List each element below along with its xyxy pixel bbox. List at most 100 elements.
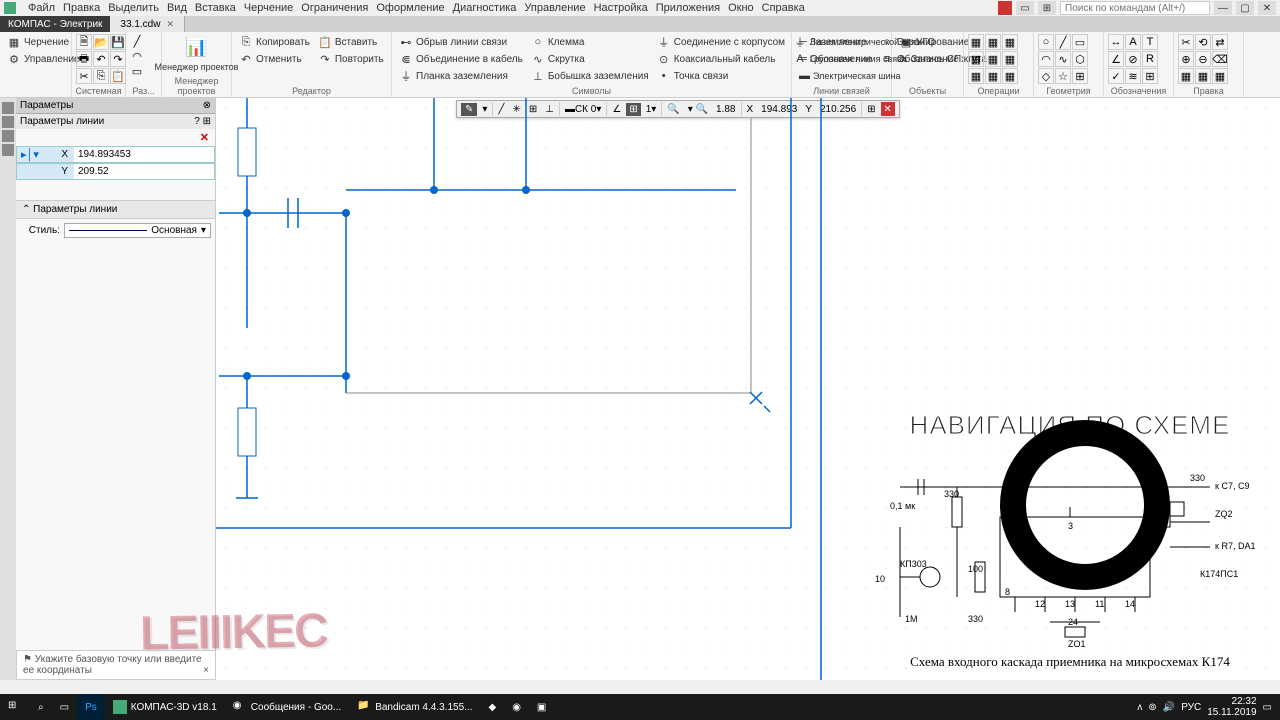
- write-sp-button[interactable]: ✎Запись СП: [896, 51, 959, 67]
- dim-icon[interactable]: ≋: [1125, 68, 1141, 84]
- taskbar-app[interactable]: ▣: [529, 694, 554, 720]
- menu-view[interactable]: Вид: [167, 2, 187, 14]
- undo-icon[interactable]: ↶: [93, 51, 109, 67]
- taskbar-ps[interactable]: Ps: [77, 694, 105, 720]
- op-icon[interactable]: ▦: [968, 68, 984, 84]
- tray-date[interactable]: 15.11.2019: [1207, 707, 1256, 718]
- taskbar-kompas[interactable]: КОМПАС-3D v18.1: [105, 694, 225, 720]
- geom-icon[interactable]: ╱: [1055, 34, 1071, 50]
- geom-icon[interactable]: ◠: [1038, 51, 1054, 67]
- command-search-input[interactable]: [1060, 1, 1210, 15]
- dim-icon[interactable]: T: [1142, 34, 1158, 50]
- node-button[interactable]: •Точка связи: [654, 68, 788, 84]
- edit-icon[interactable]: ✂: [1178, 34, 1194, 50]
- menu-insert[interactable]: Вставка: [195, 2, 236, 14]
- tray-notifications-icon[interactable]: ▭: [1263, 702, 1272, 713]
- menu-manage[interactable]: Управление: [524, 2, 585, 14]
- cancel-button[interactable]: ↶Отменить: [236, 51, 313, 67]
- taskbar-chrome[interactable]: ◉Сообщения - Goo...: [225, 694, 349, 720]
- drawing-mode-button[interactable]: ▦Черчение: [4, 34, 83, 50]
- sidebar-tool-icon[interactable]: [2, 130, 14, 142]
- bus-button[interactable]: ▬Электрическая шина: [796, 68, 887, 84]
- taskview-button[interactable]: ▭: [52, 694, 77, 720]
- taskbar-bandicam[interactable]: 📁Bandicam 4.4.3.155...: [349, 694, 480, 720]
- menu-edit[interactable]: Правка: [63, 2, 100, 14]
- dim-icon[interactable]: A: [1125, 34, 1141, 50]
- start-button[interactable]: ⊞: [0, 694, 30, 720]
- paste-button[interactable]: 📋Вставить: [315, 34, 387, 50]
- notify-icon[interactable]: ▭: [1016, 1, 1034, 15]
- menu-help[interactable]: Справка: [762, 2, 805, 14]
- sidebar-tool-icon[interactable]: [2, 116, 14, 128]
- open-icon[interactable]: 📂: [93, 34, 109, 50]
- maximize-button[interactable]: ▢: [1236, 1, 1254, 15]
- dim-icon[interactable]: R: [1142, 51, 1158, 67]
- module-tab[interactable]: КОМПАС - Электрик: [0, 16, 110, 32]
- geom-icon[interactable]: ▭: [1072, 34, 1088, 50]
- menu-drawing[interactable]: Черчение: [244, 2, 294, 14]
- style-select[interactable]: Основная ▾: [64, 223, 211, 238]
- x-input[interactable]: [74, 147, 214, 162]
- tray-lang[interactable]: РУС: [1181, 702, 1201, 713]
- save-icon[interactable]: 💾: [110, 34, 126, 50]
- geom-icon[interactable]: ◇: [1038, 68, 1054, 84]
- dim-icon[interactable]: ⊘: [1125, 51, 1141, 67]
- tray-chevron-icon[interactable]: ʌ: [1137, 702, 1142, 713]
- y-input[interactable]: [74, 164, 214, 179]
- menu-window[interactable]: Окно: [728, 2, 754, 14]
- ground-bar-button[interactable]: ⏚Планка заземления: [396, 68, 526, 84]
- line-tool-icon[interactable]: ╱: [130, 34, 144, 48]
- op-icon[interactable]: ▦: [985, 68, 1001, 84]
- anchor-icon[interactable]: ▸│▾: [17, 148, 43, 161]
- sidebar-tool-icon[interactable]: [2, 102, 14, 114]
- edit-icon[interactable]: ⌫: [1212, 51, 1228, 67]
- op-icon[interactable]: ▦: [1002, 34, 1018, 50]
- taskbar-discord[interactable]: ◆: [480, 694, 504, 720]
- group-wire-button[interactable]: ═Групповая линия связи: [796, 51, 887, 67]
- redo-icon[interactable]: ↷: [110, 51, 126, 67]
- panel-pin-icon[interactable]: ⊗: [203, 100, 211, 111]
- menu-format[interactable]: Оформление: [376, 2, 444, 14]
- panel-help-icon[interactable]: ? ⊞: [194, 116, 211, 127]
- repeat-button[interactable]: ↷Повторить: [315, 51, 387, 67]
- menu-apps[interactable]: Приложения: [656, 2, 720, 14]
- edit-icon[interactable]: ⊕: [1178, 51, 1194, 67]
- twist-button[interactable]: ∿Скрутка: [528, 51, 652, 67]
- menu-select[interactable]: Выделить: [108, 2, 159, 14]
- file-tab-close-icon[interactable]: ✕: [166, 19, 174, 30]
- line-params-header[interactable]: ⌃ Параметры линии: [16, 200, 215, 219]
- rect-tool-icon[interactable]: ▭: [130, 64, 144, 78]
- cable-merge-button[interactable]: ⋐Объединение в кабель: [396, 51, 526, 67]
- taskbar-steam[interactable]: ◉: [504, 694, 529, 720]
- ugo-button[interactable]: ▣УГО: [896, 34, 959, 50]
- menu-diagnostics[interactable]: Диагностика: [453, 2, 517, 14]
- terminal-button[interactable]: ○Клемма: [528, 34, 652, 50]
- op-icon[interactable]: ▦: [985, 51, 1001, 67]
- file-tab[interactable]: 33.1.cdw ✕: [110, 16, 185, 32]
- panel-close-icon[interactable]: ✕: [200, 132, 209, 144]
- copy-button[interactable]: ⎘Копировать: [236, 34, 313, 50]
- edit-icon[interactable]: ⇄: [1212, 34, 1228, 50]
- cut-icon[interactable]: ✂: [76, 68, 92, 84]
- geom-icon[interactable]: ☆: [1055, 68, 1071, 84]
- tray-network-icon[interactable]: ⊚: [1148, 702, 1156, 713]
- coax-button[interactable]: ⊙Коаксиальный кабель: [654, 51, 788, 67]
- op-icon[interactable]: ▦: [968, 51, 984, 67]
- ground-boss-button[interactable]: ⊥Бобышка заземления: [528, 68, 652, 84]
- menu-settings[interactable]: Настройка: [594, 2, 648, 14]
- tray-time[interactable]: 22:32: [1207, 696, 1256, 707]
- edit-icon[interactable]: ▦: [1195, 68, 1211, 84]
- edit-icon[interactable]: ▦: [1212, 68, 1228, 84]
- paste-icon[interactable]: 📋: [110, 68, 126, 84]
- geom-icon[interactable]: ○: [1038, 34, 1054, 50]
- dim-icon[interactable]: ↔: [1108, 34, 1124, 50]
- dim-icon[interactable]: ⊞: [1142, 68, 1158, 84]
- wire-button[interactable]: ─Линия электрической связи: [796, 34, 887, 50]
- arc-tool-icon[interactable]: ◠: [130, 49, 144, 63]
- grid-icon[interactable]: ⊞: [1038, 1, 1056, 15]
- minimize-button[interactable]: —: [1214, 1, 1232, 15]
- dim-icon[interactable]: ∠: [1108, 51, 1124, 67]
- close-button[interactable]: ✕: [1258, 1, 1276, 15]
- search-button[interactable]: ⌕: [30, 694, 52, 720]
- tray-volume-icon[interactable]: 🔊: [1163, 702, 1175, 713]
